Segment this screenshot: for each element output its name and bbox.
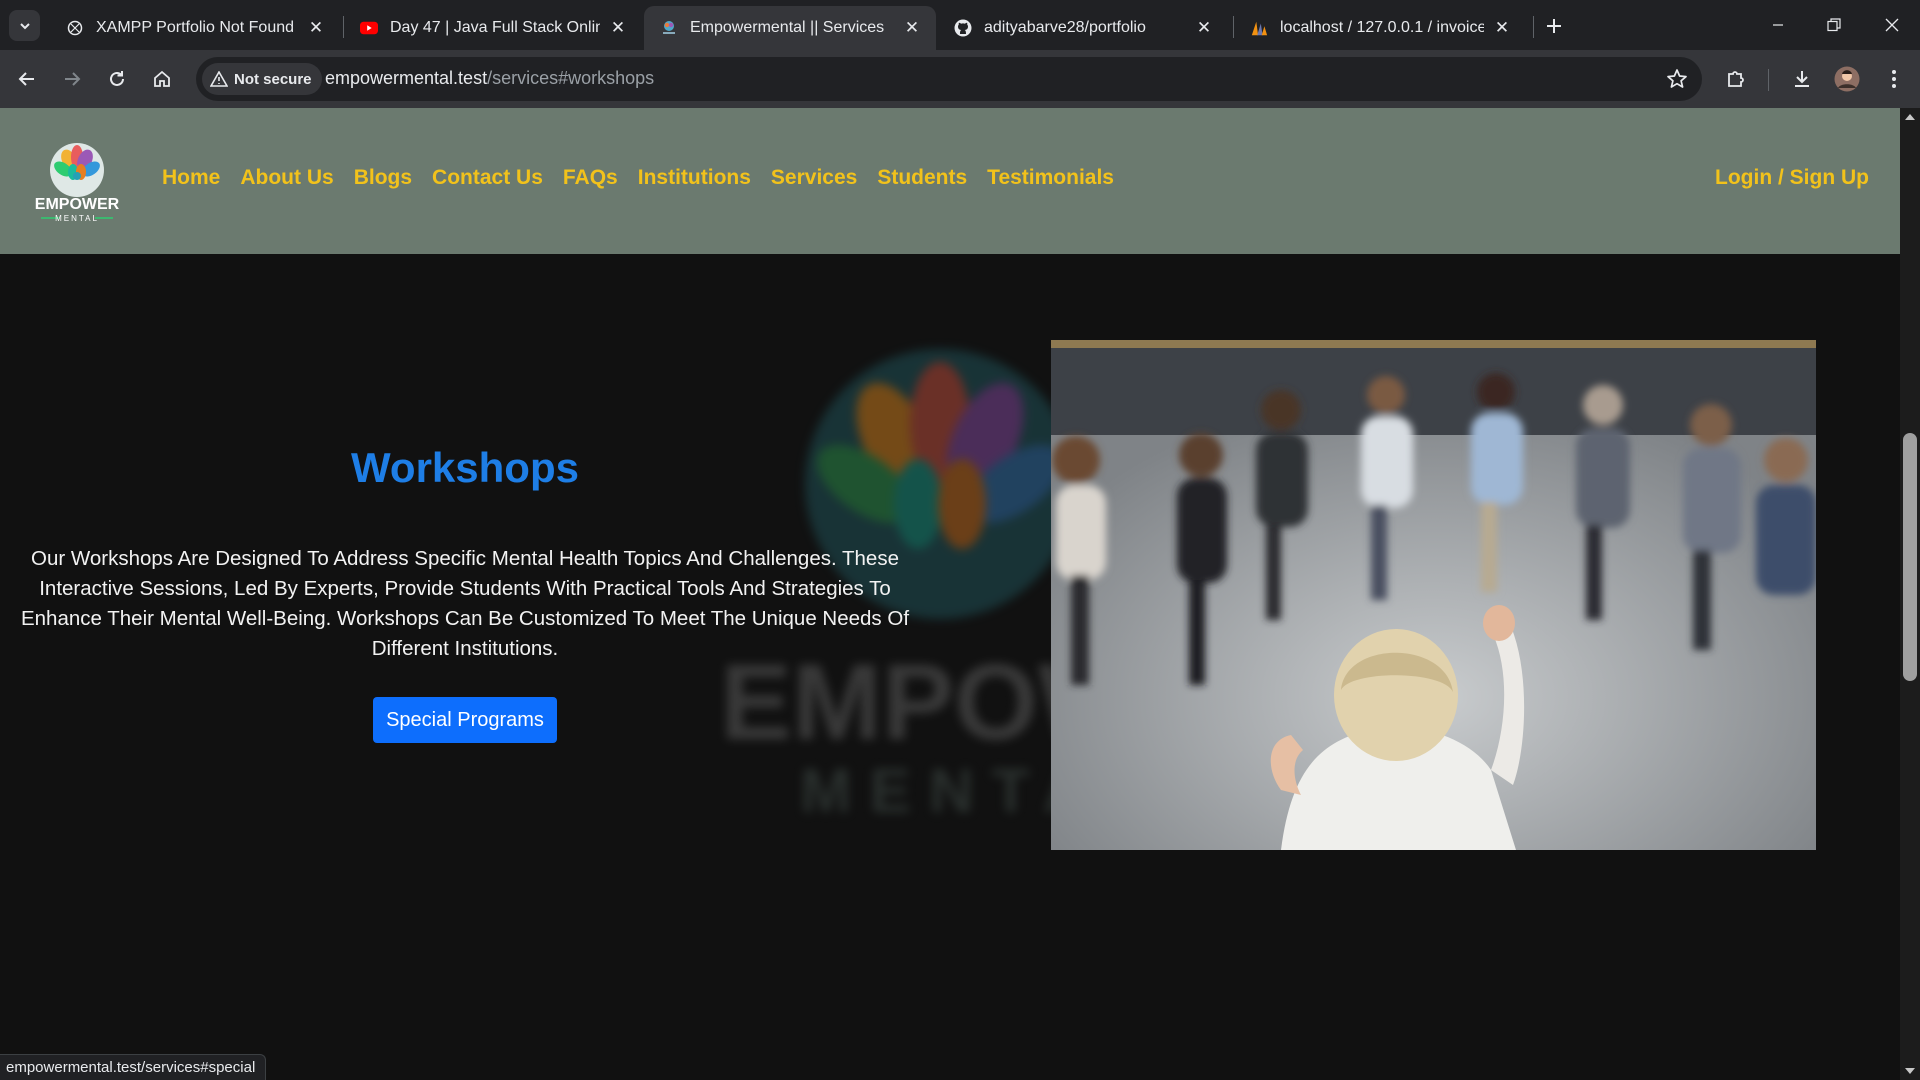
toolbar-divider [1768,69,1769,91]
page-scrollbar[interactable] [1900,108,1920,1080]
minimize-button[interactable] [1750,0,1806,50]
tab-phpmyadmin[interactable]: localhost / 127.0.0.1 / invoice_m ✕ [1234,6,1526,50]
nav-about-us[interactable]: About Us [240,166,333,190]
site-icon [660,19,678,37]
nav-blogs[interactable]: Blogs [354,166,412,190]
empower-mental-logo[interactable]: EMPOWER MENTAL [33,138,121,226]
workshop-photo [1051,340,1816,850]
arrow-right-icon [65,72,81,86]
tab-strip: XAMPP Portfolio Not Found ✕ Day 47 | Jav… [0,0,1920,50]
xampp-icon [66,19,84,37]
status-url-tooltip: empowermental.test/services#special [0,1054,267,1080]
close-icon[interactable]: ✕ [306,18,326,38]
reload-button[interactable] [101,63,133,95]
nav-contact-us[interactable]: Contact Us [432,166,543,190]
nav-institutions[interactable]: Institutions [638,166,751,190]
phpmyadmin-icon [1250,19,1268,37]
close-icon[interactable]: ✕ [902,18,922,38]
security-chip[interactable]: Not secure [202,63,322,95]
close-icon[interactable]: ✕ [1492,18,1512,38]
main-nav: Home About Us Blogs Contact Us FAQs Inst… [162,166,1114,190]
logo-mark [50,143,104,197]
tab-title: Empowermental || Services [690,19,885,36]
new-tab-button[interactable] [1540,12,1568,40]
special-programs-button[interactable]: Special Programs [373,697,557,743]
profile-avatar[interactable] [1831,63,1863,95]
nav-students[interactable]: Students [877,166,967,190]
puzzle-icon [1728,71,1744,87]
tab-separator [1533,16,1534,38]
forward-button[interactable] [56,63,88,95]
logo-wordmark: EMPOWER [35,196,120,213]
tab-youtube[interactable]: Day 47 | Java Full Stack Online T ✕ [344,6,642,50]
tab-title: adityabarve28/portfolio [984,19,1146,36]
tab-xampp[interactable]: XAMPP Portfolio Not Found ✕ [50,6,340,50]
back-button[interactable] [11,63,43,95]
close-icon[interactable]: ✕ [608,18,628,38]
scroll-up-arrow-icon[interactable] [1905,114,1915,120]
tab-title: XAMPP Portfolio Not Found [96,19,295,36]
url-path: /services#workshops [487,68,655,88]
nav-testimonials[interactable]: Testimonials [987,166,1114,190]
bookmark-star-icon[interactable] [1666,68,1688,95]
avatar-icon [1834,66,1860,92]
section-title: Workshops [351,444,579,491]
close-icon[interactable]: ✕ [1194,18,1214,38]
logo-subtitle: MENTAL [55,214,99,223]
restore-button[interactable] [1806,0,1862,50]
scroll-thumb[interactable] [1903,433,1917,681]
tab-empowermental[interactable]: Empowermental || Services ✕ [644,6,936,50]
reload-icon [110,71,124,86]
downloads-button[interactable] [1786,63,1818,95]
login-signup-link[interactable]: Login / Sign Up [1715,166,1869,190]
menu-button[interactable] [1878,63,1910,95]
close-icon [1885,18,1899,32]
site-navbar: EMPOWER MENTAL Home About Us Blogs Conta… [0,108,1900,254]
nav-services[interactable]: Services [771,166,857,190]
arrow-left-icon [18,72,34,86]
restore-icon [1827,18,1841,32]
download-icon [1795,71,1809,87]
browser-toolbar: Not secure empowermental.test/services#w… [0,50,1920,108]
home-button[interactable] [146,63,178,95]
tab-github[interactable]: adityabarve28/portfolio ✕ [938,6,1228,50]
warning-icon [210,71,228,87]
extensions-button[interactable] [1720,63,1752,95]
scroll-down-arrow-icon[interactable] [1905,1068,1915,1074]
url-host: empowermental.test [325,68,488,88]
github-icon [954,19,972,37]
tab-search-button[interactable] [9,10,40,41]
security-label: Not secure [234,70,312,88]
home-icon [154,70,170,87]
kebab-menu-icon [1892,70,1896,88]
address-bar[interactable]: Not secure empowermental.test/services#w… [196,57,1702,101]
tab-title: Day 47 | Java Full Stack Online T [390,19,600,36]
url-text[interactable]: empowermental.test/services#workshops [325,68,654,89]
close-window-button[interactable] [1864,0,1920,50]
section-description: Our Workshops Are Designed To Address Sp… [20,547,910,660]
chevron-down-icon [19,22,30,29]
youtube-icon [360,19,378,37]
nav-faqs[interactable]: FAQs [563,166,618,190]
page-viewport: EMPOWER MENTAL Home About Us Blogs Conta… [0,108,1900,1080]
tab-title: localhost / 127.0.0.1 / invoice_m [1280,19,1484,36]
minimize-icon [1773,24,1783,26]
plus-icon [1547,19,1561,33]
nav-home[interactable]: Home [162,166,220,190]
